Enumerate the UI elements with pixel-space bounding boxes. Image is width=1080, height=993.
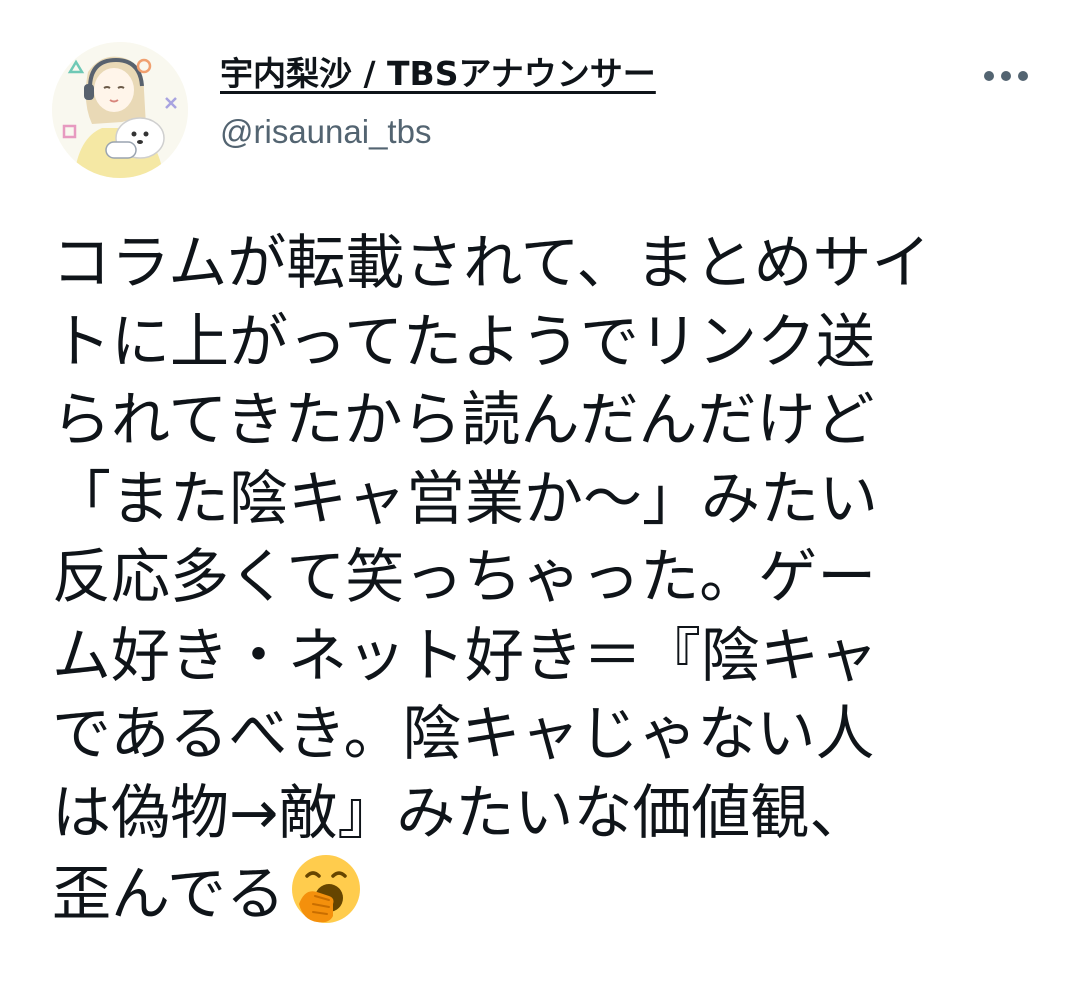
tweet-text-line: コラムが転載されて、まとめサイ: [52, 228, 931, 297]
tweet-text-line: 歪んでる: [52, 859, 286, 928]
yawning-face-emoji-icon: [289, 852, 363, 926]
author-display-name[interactable]: 宇内梨沙 / TBSアナウンサー: [220, 52, 656, 96]
tweet-text-line: トに上がってたようでリンク送: [52, 306, 876, 376]
user-avatar[interactable]: [52, 42, 188, 178]
author-handle[interactable]: @risaunai_tbs: [220, 110, 656, 154]
tweet-text-last-line: 歪んでる: [52, 852, 1012, 931]
tweet-text-line: られてきたから読んだんだけど: [52, 385, 875, 454]
tweet-text-line: 「また陰キャ営業か～」みたい: [52, 463, 879, 533]
more-horizontal-icon: [984, 71, 1028, 81]
tweet-text-line: であるべき。陰キャじゃない人: [52, 699, 875, 768]
tweet-text-line: は偽物→敵』みたいな価値観、: [52, 777, 869, 847]
tweet-text-line: ム好き・ネット好き＝『陰キャ: [52, 620, 879, 690]
more-options-button[interactable]: [978, 56, 1034, 96]
tweet: 宇内梨沙 / TBSアナウンサー @risaunai_tbs コラムが転載されて…: [0, 0, 1080, 993]
tweet-text-line: 反応多くて笑っちゃった。ゲー: [52, 542, 877, 611]
tweet-header: 宇内梨沙 / TBSアナウンサー @risaunai_tbs: [220, 52, 656, 154]
tweet-body: コラムが転載されて、まとめサイ トに上がってたようでリンク送 られてきたから読ん…: [52, 224, 1012, 931]
user-avatar-illustration-icon: [52, 42, 188, 178]
